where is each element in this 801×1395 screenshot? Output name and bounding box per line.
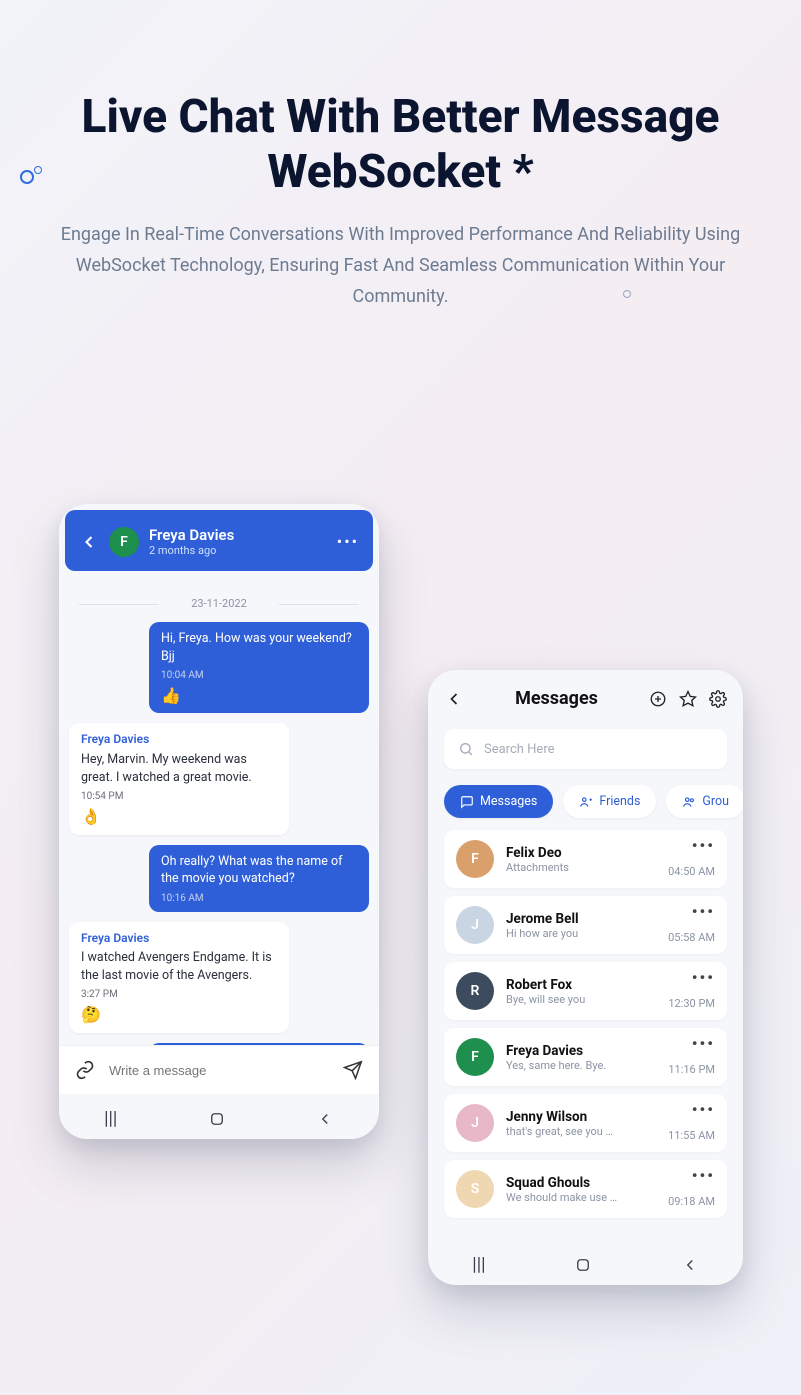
chat-header: F Freya Davies 2 months ago ••• (65, 510, 373, 571)
decorative-circle-small (623, 290, 631, 298)
thread-list: ••• F Felix DeoAttachments 04:50 AM ••• J Jero… (428, 826, 743, 1240)
avatar: J (456, 906, 494, 944)
avatar: R (456, 972, 494, 1010)
sender-label: Freya Davies (81, 731, 277, 748)
avatar: J (456, 1104, 494, 1142)
tab-label: Grou (702, 794, 729, 809)
contact-name: Freya Davies (149, 526, 234, 544)
tab-grou[interactable]: Grou (666, 785, 743, 818)
compose-icon[interactable] (649, 690, 667, 708)
back-icon[interactable] (681, 1256, 699, 1274)
gear-icon[interactable] (709, 690, 727, 708)
thread-item[interactable]: ••• S Squad GhoulsWe should make use … 09:1… (444, 1160, 727, 1218)
thread-name: Jenny Wilson (506, 1109, 656, 1125)
thread-time: 11:16 PM (668, 1063, 715, 1076)
thread-time: 09:18 AM (668, 1195, 715, 1208)
thread-more-icon[interactable]: ••• (692, 1100, 715, 1119)
home-icon[interactable] (574, 1256, 592, 1274)
avatar[interactable]: F (109, 527, 139, 557)
thread-more-icon[interactable]: ••• (692, 836, 715, 855)
thread-name: Jerome Bell (506, 911, 656, 927)
recent-apps-icon[interactable]: ||| (472, 1254, 485, 1275)
thread-preview: Attachments (506, 861, 656, 874)
message-text: Oh really? What was the name of the movi… (161, 853, 357, 888)
decorative-circles (20, 170, 34, 184)
thread-name: Felix Deo (506, 845, 656, 861)
tab-label: Friends (599, 794, 640, 809)
group-icon (682, 795, 696, 809)
inbox-tabs: Messages Friends Grou (428, 779, 743, 826)
recent-apps-icon[interactable]: ||| (104, 1108, 117, 1129)
sender-label: Freya Davies (81, 930, 277, 947)
message-text: Hi, Freya. How was your weekend? Bjj (161, 630, 357, 665)
outgoing-message[interactable]: Oh really? What was the name of the movi… (149, 845, 369, 912)
reaction-emoji[interactable]: 🤔 (81, 1004, 277, 1026)
friends-icon (579, 795, 593, 809)
avatar: F (456, 840, 494, 878)
page-subtitle: Engage In Real-Time Conversations With I… (0, 220, 801, 312)
inbox-mockup: Messages Search Here Messages Friends Grou… (428, 670, 743, 1285)
message-time: 3:27 PM (81, 988, 277, 1002)
incoming-message[interactable]: Freya Davies Hey, Marvin. My weekend was … (69, 723, 289, 834)
thread-more-icon[interactable]: ••• (692, 1034, 715, 1053)
message-time: 10:16 AM (161, 892, 357, 906)
android-nav-bar: ||| (59, 1094, 379, 1139)
home-icon[interactable] (208, 1110, 226, 1128)
search-icon (458, 741, 474, 757)
star-icon[interactable] (679, 690, 697, 708)
thread-name: Robert Fox (506, 977, 656, 993)
thread-preview: Hi how are you (506, 927, 656, 940)
thread-time: 12:30 PM (668, 997, 715, 1010)
chat-body: 23-11-2022 Hi, Freya. How was your weeke… (59, 577, 379, 1045)
thread-time: 11:55 AM (668, 1129, 715, 1142)
thread-time: 04:50 AM (668, 865, 715, 878)
chat-icon (460, 795, 474, 809)
thread-preview: that's great, see you … (506, 1125, 656, 1138)
more-icon[interactable]: ••• (337, 532, 359, 551)
android-nav-bar: ||| (428, 1240, 743, 1285)
thread-item[interactable]: ••• J Jerome BellHi how are you 05:58 AM (444, 896, 727, 954)
message-input[interactable] (109, 1063, 329, 1078)
thread-item[interactable]: ••• J Jenny Wilsonthat's great, see you … 1… (444, 1094, 727, 1152)
tab-messages[interactable]: Messages (444, 785, 553, 818)
date-separator: 23-11-2022 (69, 597, 369, 610)
inbox-header: Messages (428, 670, 743, 719)
message-composer (59, 1045, 379, 1094)
contact-status: 2 months ago (149, 544, 234, 557)
thread-item[interactable]: ••• F Felix DeoAttachments 04:50 AM (444, 830, 727, 888)
thread-name: Squad Ghouls (506, 1175, 656, 1191)
thread-preview: We should make use … (506, 1191, 656, 1204)
thread-item[interactable]: ••• R Robert FoxBye, will see you 12:30 PM (444, 962, 727, 1020)
page-title: Live Chat With Better Message WebSocket … (0, 90, 801, 200)
send-icon[interactable] (343, 1060, 363, 1080)
avatar: S (456, 1170, 494, 1208)
thread-preview: Yes, same here. Bye. (506, 1059, 656, 1072)
thread-more-icon[interactable]: ••• (692, 1166, 715, 1185)
incoming-message[interactable]: Freya Davies I watched Avengers Endgame. … (69, 922, 289, 1033)
thread-time: 05:58 AM (668, 931, 715, 944)
back-arrow-icon[interactable] (444, 689, 464, 709)
message-time: 10:04 AM (161, 669, 357, 683)
tab-label: Messages (480, 794, 537, 809)
attachment-icon[interactable] (75, 1060, 95, 1080)
avatar: F (456, 1038, 494, 1076)
reaction-emoji[interactable]: 👌 (81, 806, 277, 828)
message-text: I watched Avengers Endgame. It is the la… (81, 949, 277, 984)
thread-item[interactable]: ••• F Freya DaviesYes, same here. Bye. 11:1… (444, 1028, 727, 1086)
reaction-emoji[interactable]: 👍 (161, 685, 357, 707)
message-text: Hey, Marvin. My weekend was great. I wat… (81, 751, 277, 786)
thread-name: Freya Davies (506, 1043, 656, 1059)
outgoing-message[interactable]: Hi, Freya. How was your weekend? Bjj 10:0… (149, 622, 369, 713)
chat-mockup: F Freya Davies 2 months ago ••• 23-11-20… (59, 504, 379, 1139)
search-placeholder: Search Here (484, 742, 555, 757)
tab-friends[interactable]: Friends (563, 785, 656, 818)
message-time: 10:54 PM (81, 790, 277, 804)
back-icon[interactable] (316, 1110, 334, 1128)
thread-preview: Bye, will see you (506, 993, 656, 1006)
back-arrow-icon[interactable] (79, 532, 99, 552)
thread-more-icon[interactable]: ••• (692, 902, 715, 921)
search-input[interactable]: Search Here (444, 729, 727, 769)
thread-more-icon[interactable]: ••• (692, 968, 715, 987)
inbox-title: Messages (464, 688, 649, 709)
